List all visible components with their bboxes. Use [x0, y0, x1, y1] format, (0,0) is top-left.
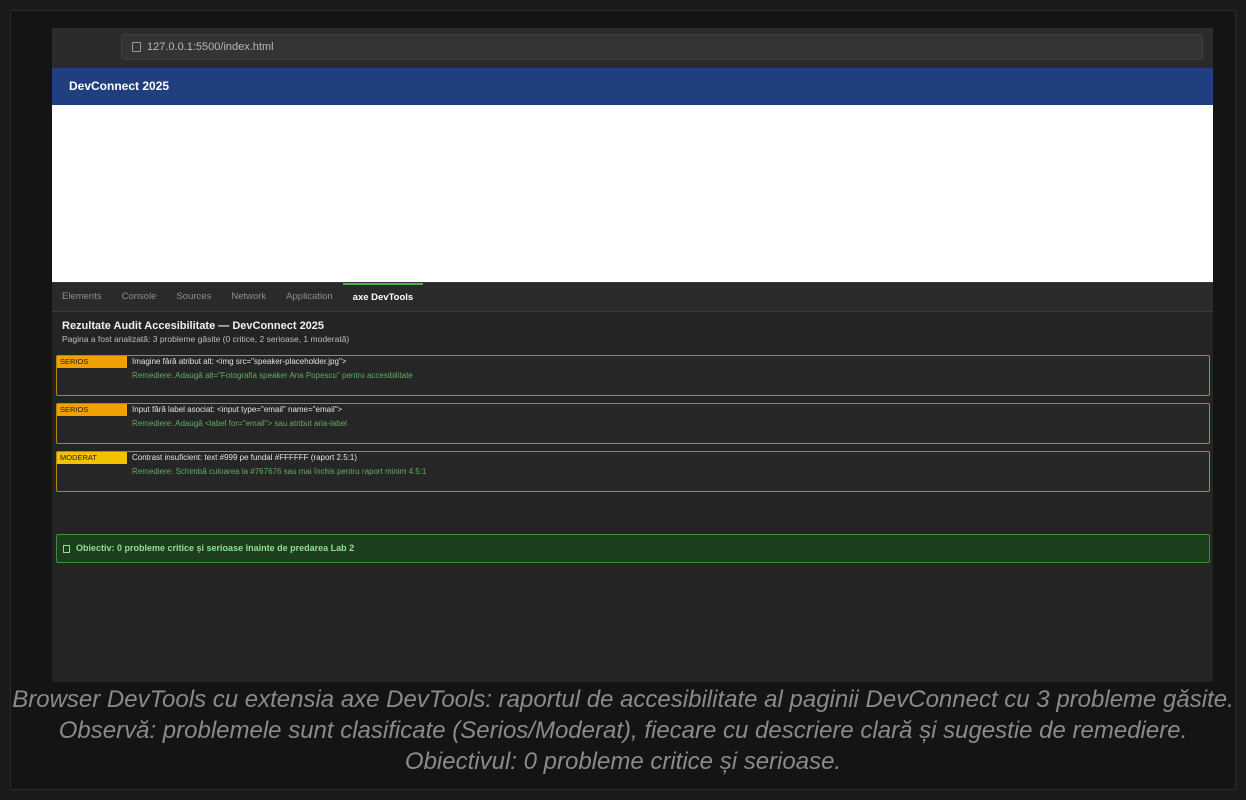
goal-text: Obiectiv: 0 probleme critice și serioase… [76, 543, 355, 553]
checkbox-icon [63, 544, 70, 553]
issue-description: Imagine fără atribut alt: <img src="spea… [132, 357, 347, 366]
site-header: DevConnect 2025 [52, 68, 1213, 105]
severity-badge: SERIOS [57, 356, 127, 368]
issue-card[interactable]: MODERAT Contrast insuficient: text #999 … [56, 451, 1210, 492]
issue-fix: Remediere: Adaugă <label for="email"> sa… [132, 419, 347, 428]
site-content [52, 105, 1213, 282]
tab-console[interactable]: Console [112, 283, 167, 311]
tab-sources[interactable]: Sources [166, 283, 221, 311]
tab-axe-devtools[interactable]: axe DevTools [342, 283, 424, 311]
url-text: 127.0.0.1:5500/index.html [147, 41, 274, 53]
browser-toolbar: 127.0.0.1:5500/index.html [52, 28, 1213, 68]
issue-description: Input fără label asociat: <input type="e… [132, 405, 343, 414]
browser-window: 127.0.0.1:5500/index.html DevConnect 202… [52, 28, 1213, 682]
goal-banner: Obiectiv: 0 probleme critice și serioase… [56, 534, 1210, 563]
axe-results-panel: Rezultate Audit Accesibilitate — DevConn… [52, 312, 1213, 682]
tab-network[interactable]: Network [221, 283, 276, 311]
figure-caption: Browser DevTools cu extensia axe DevTool… [12, 686, 1234, 775]
issue-description: Contrast insuficient: text #999 pe funda… [132, 453, 357, 462]
audit-summary: Pagina a fost analizată: 3 probleme găsi… [62, 334, 350, 344]
devtools-panel: Elements Console Sources Network Applica… [52, 282, 1213, 682]
audit-title: Rezultate Audit Accesibilitate — DevConn… [62, 320, 325, 332]
page-icon [132, 42, 141, 52]
site-title: DevConnect 2025 [69, 79, 170, 93]
severity-badge: MODERAT [57, 452, 127, 464]
tab-elements[interactable]: Elements [52, 283, 112, 311]
tab-application[interactable]: Application [276, 283, 342, 311]
issue-fix: Remediere: Adaugă alt="Fotografia speake… [132, 371, 413, 380]
issue-card[interactable]: SERIOS Input fără label asociat: <input … [56, 403, 1210, 444]
devtools-tabs: Elements Console Sources Network Applica… [52, 283, 1213, 312]
address-bar[interactable]: 127.0.0.1:5500/index.html [121, 34, 1203, 60]
severity-badge: SERIOS [57, 404, 127, 416]
issue-fix: Remediere: Schimbă culoarea la #767676 s… [132, 467, 427, 476]
issue-card[interactable]: SERIOS Imagine fără atribut alt: <img sr… [56, 355, 1210, 396]
